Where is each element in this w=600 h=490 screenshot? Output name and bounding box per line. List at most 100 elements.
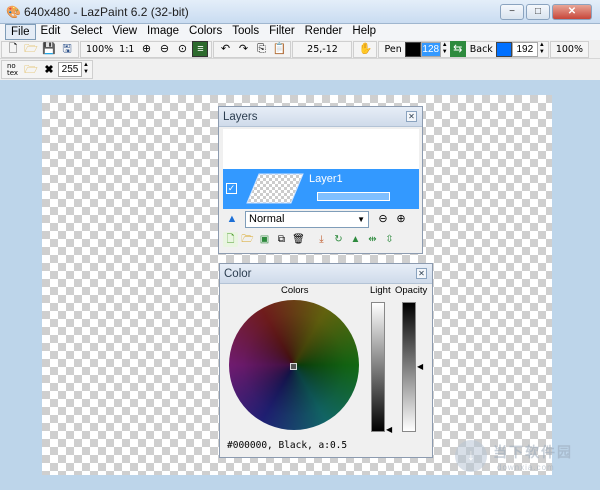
zoom-percent[interactable]: 100% — [83, 44, 116, 55]
title-bar: 🎨 640x480 - LazPaint 6.2 (32-bit) − □ ✕ — [0, 0, 600, 24]
blend-mode-value: Normal — [249, 213, 285, 225]
window-controls: − □ ✕ — [500, 4, 592, 20]
layers-panel-title: Layers ✕ — [219, 107, 422, 127]
texture-tools: no tex 🗁 ✖ 255 ▲ ▼ — [1, 60, 93, 79]
layers-close-icon[interactable]: ✕ — [406, 111, 417, 122]
color-title-text: Color — [224, 268, 252, 280]
texture-alpha-spinner[interactable]: ▲ ▼ — [82, 62, 90, 77]
zoom-in-icon[interactable]: ⊕ — [138, 41, 154, 57]
menu-file[interactable]: File — [5, 24, 36, 40]
app-icon: 🎨 — [6, 5, 21, 19]
menu-render[interactable]: Render — [300, 24, 348, 40]
file-tools: 🗋 🗁 💾 🖫 — [1, 40, 79, 58]
watermark-subtext: downxia.com — [497, 463, 555, 472]
layer-row[interactable]: ✓ Layer1 — [223, 169, 419, 209]
window-title: 640x480 - LazPaint 6.2 (32-bit) — [24, 5, 189, 19]
duplicate-layer-icon[interactable]: ⧉ — [274, 232, 289, 247]
no-texture-button[interactable]: no tex — [4, 62, 22, 77]
horizontal-flip-icon[interactable]: ⇹ — [365, 232, 380, 247]
main-toolbar: 🗋 🗁 💾 🖫 100% 1:1 ⊕ ⊖ ⊙ ≡ ↶ ↷ ⎘ 📋 25,-12 … — [0, 40, 600, 59]
copy-icon[interactable]: ⎘ — [253, 41, 269, 57]
color-status: #000000, Black, a:0.5 — [227, 440, 348, 451]
layer-opacity-bar[interactable] — [317, 192, 390, 201]
menu-filter[interactable]: Filter — [264, 24, 300, 40]
light-label: Light — [370, 285, 391, 296]
color-close-icon[interactable]: ✕ — [416, 268, 427, 279]
undo-icon[interactable]: ↶ — [217, 41, 233, 57]
opacity-label: Opacity — [395, 285, 428, 296]
layers-toggle-icon[interactable]: ≡ — [192, 41, 209, 57]
texture-toolbar: no tex 🗁 ✖ 255 ▲ ▼ — [0, 59, 600, 80]
menu-edit[interactable]: Edit — [36, 24, 66, 40]
colors-label: Colors — [281, 285, 309, 296]
flip-layer-icon[interactable]: ▲ — [348, 232, 363, 247]
color-wheel-cursor[interactable] — [290, 363, 297, 370]
layer-list: ✓ Layer1 — [223, 129, 419, 209]
new-file-icon[interactable]: 🗋 — [5, 41, 21, 57]
lightness-slider[interactable] — [371, 302, 385, 432]
add-layer-icon[interactable]: 🗋 — [223, 231, 238, 247]
menu-help[interactable]: Help — [347, 24, 381, 40]
coords-cell: 25,-12 — [292, 40, 353, 58]
pen-label: Pen — [384, 43, 402, 55]
opacity-marker-icon[interactable]: ◀ — [417, 362, 423, 371]
menu-colors[interactable]: Colors — [184, 24, 227, 40]
close-button[interactable]: ✕ — [552, 4, 592, 20]
color-panel-title: Color ✕ — [220, 264, 432, 284]
back-color-swatch[interactable] — [495, 41, 512, 57]
menu-bar: File Edit Select View Image Colors Tools… — [0, 24, 600, 40]
open-folder-icon[interactable]: 🗁 — [23, 41, 39, 57]
import-layer-icon[interactable]: ▣ — [257, 232, 272, 247]
layer-effects-icon[interactable]: ▲ — [224, 211, 240, 227]
layer-thumbnail — [246, 173, 304, 204]
texture-alpha-field[interactable]: 255 — [58, 62, 82, 77]
opacity-slider[interactable] — [402, 302, 416, 432]
layer-zoom-in-icon[interactable]: ⊕ — [393, 211, 409, 227]
maximize-button[interactable]: □ — [526, 4, 550, 20]
save-icon[interactable]: 💾 — [41, 41, 57, 57]
pen-alpha-spinner[interactable]: ▲ ▼ — [441, 42, 449, 57]
zoom-fit-icon[interactable]: ⊙ — [174, 41, 190, 57]
hand-icon[interactable]: ✋ — [357, 41, 373, 57]
minimize-button[interactable]: − — [500, 4, 524, 20]
layer-name: Layer1 — [309, 173, 343, 185]
redo-icon[interactable]: ↷ — [235, 41, 251, 57]
hand-cell: ✋ — [353, 40, 378, 58]
save-as-icon[interactable]: 🖫 — [59, 41, 75, 57]
layers-title-text: Layers — [223, 111, 258, 123]
back-alpha-spinner[interactable]: ▲ ▼ — [538, 42, 546, 57]
merge-layer-icon[interactable]: ⤓ — [314, 232, 329, 247]
back-alpha-field[interactable]: 192 — [511, 41, 538, 57]
layers-panel: Layers ✕ ✓ Layer1 ▲ Normal ▼ ⊖ ⊕ 🗋 🗁 ▣ ⧉… — [218, 106, 423, 254]
rotate-layer-icon[interactable]: ↻ — [331, 232, 346, 247]
watermark: ↓ 当下软件园 downxia.com — [455, 440, 585, 480]
opacity-cell: 100% — [549, 40, 589, 58]
menu-view[interactable]: View — [107, 24, 142, 40]
layer-tools: 🗋 🗁 ▣ ⧉ 🗑 ⤓ ↻ ▲ ⇹ ⇳ — [223, 230, 419, 248]
watermark-logo-icon: ↓ — [455, 440, 487, 472]
load-texture-icon[interactable]: 🗁 — [23, 62, 39, 78]
remove-texture-icon[interactable]: ✖ — [41, 62, 57, 78]
load-layer-icon[interactable]: 🗁 — [240, 232, 255, 247]
paste-icon[interactable]: 📋 — [271, 41, 287, 57]
back-label: Back — [469, 43, 493, 55]
color-panel: Color ✕ Colors Light Opacity ◀ ◀ #000000… — [219, 263, 433, 458]
delete-layer-icon[interactable]: 🗑 — [291, 232, 306, 247]
lightness-marker-icon[interactable]: ◀ — [386, 425, 392, 434]
zoom-ratio[interactable]: 1:1 — [116, 44, 137, 55]
layer-visible-checkbox[interactable]: ✓ — [226, 183, 237, 194]
watermark-text: 当下软件园 — [493, 444, 573, 460]
pen-color-swatch[interactable] — [404, 41, 421, 57]
opacity-percent[interactable]: 100% — [553, 44, 586, 55]
cursor-coords: 25,-12 — [307, 43, 338, 55]
blend-mode-select[interactable]: Normal ▼ — [245, 210, 369, 228]
layer-zoom-out-icon[interactable]: ⊖ — [375, 211, 391, 227]
menu-image[interactable]: Image — [142, 24, 184, 40]
zoom-tools: 100% 1:1 ⊕ ⊖ ⊙ ≡ — [80, 40, 213, 58]
menu-select[interactable]: Select — [65, 24, 107, 40]
menu-tools[interactable]: Tools — [227, 24, 264, 40]
vertical-flip-icon[interactable]: ⇳ — [382, 232, 397, 247]
zoom-out-icon[interactable]: ⊖ — [156, 41, 172, 57]
pen-alpha-field[interactable]: 128 — [420, 41, 441, 57]
swap-colors-icon[interactable]: ⇆ — [449, 41, 466, 57]
